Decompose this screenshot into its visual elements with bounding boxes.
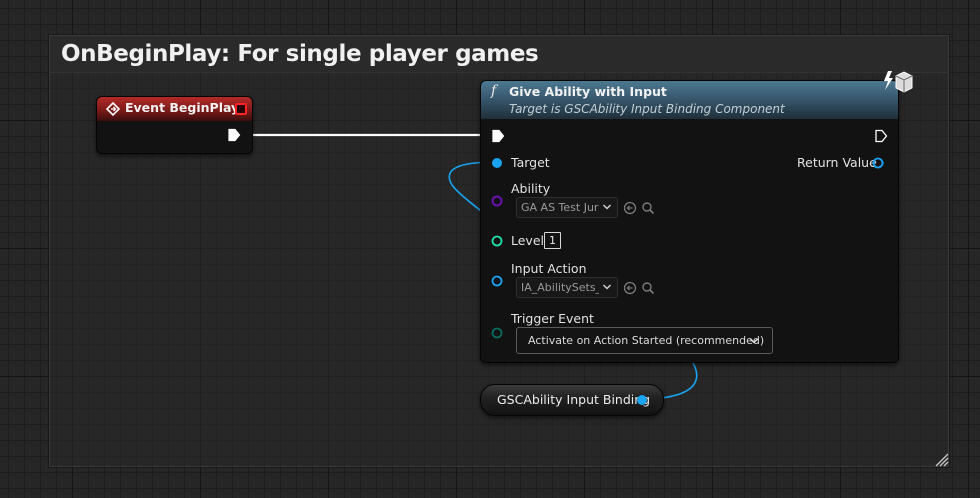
input-action-dropdown[interactable]: IA_AbilitySets_1 (516, 277, 618, 298)
use-selected-asset-icon[interactable] (623, 201, 637, 215)
exec-out-pin[interactable] (227, 128, 241, 142)
level-pin[interactable] (491, 235, 503, 247)
function-node-header[interactable]: f Give Ability with Input Target is GSCA… (481, 81, 898, 119)
gsc-ability-input-binding-getter[interactable]: GSCAbility Input Binding (480, 384, 664, 416)
variable-node-label: GSCAbility Input Binding (497, 392, 651, 407)
level-input[interactable]: 1 (544, 232, 561, 249)
function-node-title: Give Ability with Input (509, 84, 667, 99)
event-beginplay-node[interactable]: Event BeginPlay (96, 96, 253, 154)
exec-then-pin[interactable] (874, 129, 888, 143)
event-diamond-icon (106, 102, 120, 116)
delegate-pin[interactable] (235, 103, 247, 115)
input-action-value: IA_AbilitySets_1 (521, 281, 599, 294)
trigger-event-value: Activate on Action Started (recommended) (528, 334, 765, 347)
give-ability-node[interactable]: f Give Ability with Input Target is GSCA… (480, 71, 913, 363)
browse-asset-search-icon[interactable] (641, 201, 655, 215)
function-node-subtitle: Target is GSCAbility Input Binding Compo… (509, 102, 785, 116)
exec-in-pin[interactable] (491, 129, 505, 143)
input-action-pin-label: Input Action (511, 261, 587, 276)
chevron-down-icon (602, 284, 612, 290)
trigger-event-dropdown[interactable]: Activate on Action Started (recommended) (516, 327, 773, 354)
target-pin-label: Target (511, 155, 550, 170)
return-value-label: Return Value (797, 155, 877, 170)
event-node-header[interactable]: Event BeginPlay (97, 97, 252, 121)
input-action-pin[interactable] (491, 275, 503, 287)
component-cube-icon (884, 71, 913, 93)
chevron-down-icon (602, 204, 612, 210)
trigger-event-pin-label: Trigger Event (511, 311, 594, 326)
variable-output-pin[interactable] (636, 394, 648, 406)
ability-class-value: GA AS Test Jur (521, 201, 599, 214)
level-pin-label: Level (511, 233, 544, 248)
function-icon: f (491, 83, 497, 99)
chevron-down-icon (749, 338, 759, 344)
return-value-pin[interactable] (872, 157, 884, 169)
trigger-event-pin[interactable] (491, 327, 503, 339)
ability-pin-label: Ability (511, 181, 551, 196)
use-selected-asset-icon[interactable] (623, 281, 637, 295)
event-node-title: Event BeginPlay (125, 100, 240, 115)
ability-class-pin[interactable] (491, 195, 503, 207)
ability-class-dropdown[interactable]: GA AS Test Jur (516, 197, 618, 218)
target-pin[interactable] (491, 157, 503, 169)
browse-asset-search-icon[interactable] (641, 281, 655, 295)
